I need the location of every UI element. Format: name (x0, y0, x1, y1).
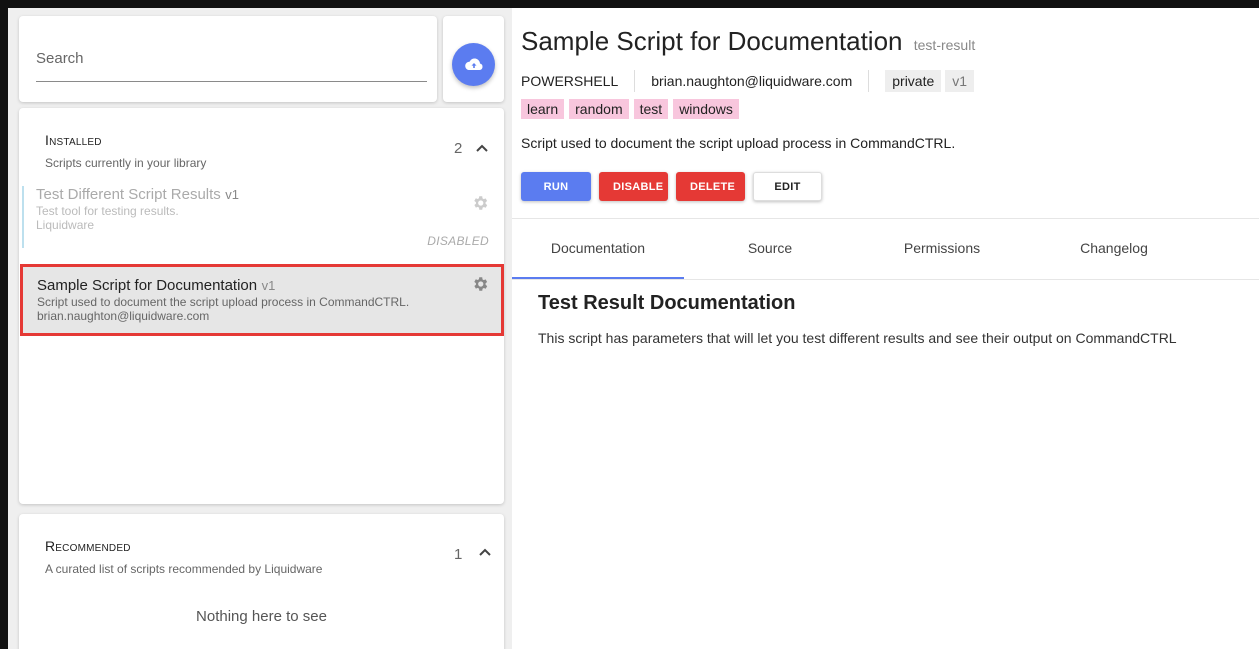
status-badge: DISABLED (427, 234, 489, 248)
empty-state-text: Nothing here to see (196, 608, 327, 625)
recommended-count: 1 (454, 546, 463, 563)
script-detail-panel: Sample Script for Documentation test-res… (512, 8, 1259, 649)
script-author: brian.naughton@liquidware.com (37, 309, 210, 323)
script-description: Test tool for testing results. (36, 204, 179, 218)
divider (868, 70, 870, 92)
visibility-chip: private (885, 70, 942, 92)
script-slug: test-result (913, 37, 976, 53)
script-name: Sample Script for Documentation (37, 277, 258, 294)
divider (512, 279, 1259, 280)
action-bar: RUN DISABLE DELETE EDIT (521, 172, 822, 201)
script-item-sample-documentation[interactable]: Sample Script for Documentation v1 Scrip… (20, 264, 504, 336)
script-name: Test Different Script Results (36, 186, 221, 203)
tag-list: learn random test windows (521, 99, 739, 119)
gear-icon[interactable] (471, 194, 489, 212)
upload-card (443, 16, 504, 102)
installed-subtitle: Scripts currently in your library (45, 156, 207, 170)
script-version: v1 (261, 278, 276, 293)
tag-chip[interactable]: random (569, 99, 629, 119)
documentation-heading: Test Result Documentation (538, 292, 796, 314)
upload-button[interactable] (452, 43, 495, 86)
documentation-body: This script has parameters that will let… (538, 330, 1177, 346)
search-card (19, 16, 437, 102)
app-frame: Installed Scripts currently in your libr… (8, 8, 1259, 649)
tag-chip[interactable]: test (633, 99, 669, 119)
script-description: Script used to document the script uploa… (37, 295, 410, 309)
recommended-section: Recommended A curated list of scripts re… (19, 514, 504, 649)
tab-permissions[interactable]: Permissions (856, 219, 1028, 279)
tab-documentation[interactable]: Documentation (512, 219, 684, 279)
installed-title: Installed (45, 132, 102, 148)
edit-button[interactable]: EDIT (753, 172, 822, 201)
installed-section: Installed Scripts currently in your libr… (19, 108, 504, 504)
chevron-up-icon[interactable] (478, 547, 492, 557)
script-title: Sample Script for Documentation (521, 26, 903, 56)
version-chip: v1 (945, 70, 975, 92)
recommended-subtitle: A curated list of scripts recommended by… (45, 562, 323, 576)
tab-changelog[interactable]: Changelog (1028, 219, 1200, 279)
cloud-upload-icon (464, 57, 483, 70)
tag-chip[interactable]: learn (521, 99, 565, 119)
chevron-up-icon[interactable] (475, 143, 489, 153)
language-label: POWERSHELL (521, 73, 619, 89)
run-button[interactable]: RUN (521, 172, 591, 201)
search-input[interactable] (36, 42, 427, 82)
disable-button[interactable]: DISABLE (599, 172, 668, 201)
script-meta: POWERSHELL brian.naughton@liquidware.com… (521, 70, 975, 92)
tab-bar: Documentation Source Permissions Changel… (512, 219, 1259, 279)
page-title: Sample Script for Documentation test-res… (521, 26, 975, 57)
script-description: Script used to document the script uploa… (521, 135, 956, 151)
script-author: Liquidware (36, 218, 95, 232)
script-item-test-different[interactable]: Test Different Script Results v1 Test to… (22, 186, 501, 248)
gear-icon[interactable] (471, 275, 489, 293)
recommended-title: Recommended (45, 538, 131, 554)
script-version: v1 (225, 187, 239, 202)
author-label: brian.naughton@liquidware.com (651, 73, 853, 89)
delete-button[interactable]: DELETE (676, 172, 745, 201)
tab-source[interactable]: Source (684, 219, 856, 279)
tag-chip[interactable]: windows (673, 99, 739, 119)
installed-count: 2 (454, 140, 463, 157)
divider (634, 70, 636, 92)
